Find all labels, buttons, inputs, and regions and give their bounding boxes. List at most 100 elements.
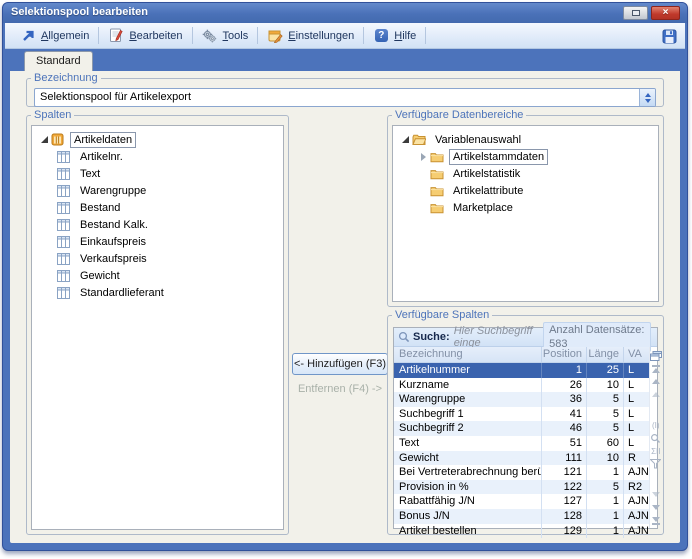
restore-icon: [632, 10, 640, 16]
tree-item-folder[interactable]: Artikelstammdaten: [393, 148, 658, 165]
page-down-icon[interactable]: [650, 488, 662, 501]
expander-closed-icon[interactable]: [418, 170, 428, 178]
cell-position: 51: [542, 436, 587, 451]
tree-item-column[interactable]: Standardlieferant: [32, 284, 283, 301]
page-up-icon[interactable]: [650, 388, 662, 401]
datenbereiche-listbox[interactable]: Variablenauswahl Artikelstammdaten: [392, 125, 659, 302]
toolbar-button[interactable]: ? Hilfe: [366, 26, 423, 46]
bezeichnung-combobox[interactable]: Selektionspool für Artikelexport: [34, 88, 656, 107]
grid-header[interactable]: Bezeichnung Position Länge VA: [394, 347, 649, 363]
column-chooser-icon[interactable]: [650, 349, 662, 362]
arrow-up-right-icon: [20, 28, 36, 43]
tree-item-label: Verkaufspreis: [76, 251, 151, 267]
tree-item-folder[interactable]: Marketplace: [393, 199, 658, 216]
expander-closed-icon[interactable]: [418, 153, 428, 161]
datenbereiche-legend: Verfügbare Datenbereiche: [392, 109, 526, 121]
cell-laenge: 5: [587, 407, 624, 422]
restore-button[interactable]: [623, 6, 648, 20]
toolbar-button[interactable]: Einstellungen: [260, 26, 361, 46]
save-button[interactable]: [661, 29, 677, 44]
tree-item-column[interactable]: Verkaufspreis: [32, 250, 283, 267]
spin-up-icon: [645, 93, 651, 97]
spalten-listbox[interactable]: Artikeldaten Artikelnr.: [31, 125, 284, 530]
cell-va: R2: [624, 480, 649, 495]
table-row[interactable]: Gewicht 111 10 R: [394, 451, 649, 466]
cell-laenge: 1: [587, 465, 624, 480]
search-input[interactable]: Hier Suchbegriff einge: [454, 325, 543, 349]
cell-bezeichnung: Provision in %: [394, 480, 542, 495]
table-row[interactable]: Suchbegriff 2 46 5 L: [394, 421, 649, 436]
toolbar: Allgemein Bearbeiten Tools Einstellungen: [5, 23, 685, 49]
table-row[interactable]: Warengruppe 36 5 L: [394, 392, 649, 407]
move-down-icon[interactable]: [650, 501, 662, 514]
tree-item-column[interactable]: Warengruppe: [32, 182, 283, 199]
tree-item-root[interactable]: Variablenauswahl: [393, 131, 658, 148]
expander-closed-icon[interactable]: [418, 187, 428, 195]
cell-position: 46: [542, 421, 587, 436]
hinzufuegen-button[interactable]: <- Hinzufügen (F3): [292, 353, 388, 375]
table-row[interactable]: Provision in % 122 5 R2: [394, 480, 649, 495]
tree-item-label: Artikelattribute: [449, 183, 527, 199]
table-row[interactable]: Rabattfähig J/N 127 1 AJN: [394, 494, 649, 509]
table-row[interactable]: Artikel bestellen 129 1 AJN: [394, 524, 649, 539]
column-header-va[interactable]: VA: [624, 347, 649, 362]
column-header-bezeichnung[interactable]: Bezeichnung: [394, 347, 542, 362]
column-icon: [57, 286, 72, 299]
move-up-icon[interactable]: [650, 375, 662, 388]
table-row[interactable]: Artikelnummer 1 25 L: [394, 363, 649, 378]
close-button[interactable]: ×: [651, 6, 680, 20]
toolbar-button-label: Einstellungen: [288, 30, 354, 42]
grid-side-toolbar: (I) ΣΙΙ: [649, 347, 662, 528]
tree-item-column[interactable]: Text: [32, 165, 283, 182]
go-first-icon[interactable]: [650, 362, 662, 375]
cell-position: 111: [542, 451, 587, 466]
cell-laenge: 1: [587, 524, 624, 539]
search-bar[interactable]: Suche: Hier Suchbegriff einge Anzahl Dat…: [394, 328, 657, 347]
tree-item-column[interactable]: Bestand: [32, 199, 283, 216]
table-row[interactable]: Suchbegriff 1 41 5 L: [394, 407, 649, 422]
search-icon: [398, 330, 410, 345]
toolbar-separator: [257, 27, 258, 44]
tree-item-label: Artikelstatistik: [449, 166, 524, 182]
toolbar-button[interactable]: Allgemein: [13, 26, 96, 46]
go-last-icon[interactable]: [650, 514, 662, 527]
column-header-laenge[interactable]: Länge: [587, 347, 624, 362]
tab-standard[interactable]: Standard: [24, 51, 93, 71]
spalten-group: Spalten Artikeldaten: [26, 109, 289, 535]
cell-position: 36: [542, 392, 587, 407]
tree-item-folder[interactable]: Artikelattribute: [393, 182, 658, 199]
toolbar-separator: [192, 27, 193, 44]
tree-item-root[interactable]: Artikeldaten: [32, 131, 283, 148]
tree-item-folder[interactable]: Artikelstatistik: [393, 165, 658, 182]
tree-item-column[interactable]: Artikelnr.: [32, 148, 283, 165]
folder-icon: [430, 167, 445, 180]
column-header-position[interactable]: Position: [542, 347, 587, 362]
tree-item-label: Artikelnr.: [76, 149, 127, 165]
tree-item-label: Artikelstammdaten: [449, 149, 548, 165]
table-row[interactable]: Bonus J/N 128 1 AJN: [394, 509, 649, 524]
filter-icon[interactable]: [650, 458, 662, 471]
tree-item-label: Gewicht: [76, 268, 124, 284]
tree-item-column[interactable]: Einkaufspreis: [32, 233, 283, 250]
expander-closed-icon[interactable]: [418, 204, 428, 212]
tree-item-column[interactable]: Gewicht: [32, 267, 283, 284]
data-table-icon: [51, 133, 66, 146]
tab-page: Bezeichnung Selektionspool für Artikelex…: [10, 71, 680, 543]
tree-item-label: Artikeldaten: [70, 132, 136, 148]
combobox-spin-button[interactable]: [639, 89, 655, 106]
toolbar-button[interactable]: Tools: [195, 26, 256, 46]
best-fit-icon[interactable]: (I): [650, 419, 662, 432]
expander-open-icon[interactable]: [39, 136, 49, 143]
table-row[interactable]: Text 51 60 L: [394, 436, 649, 451]
sum-icon[interactable]: ΣΙΙ: [650, 445, 662, 458]
toolbar-button-label: Tools: [223, 30, 249, 42]
cell-position: 128: [542, 509, 587, 524]
table-row[interactable]: Bei Vertreterabrechnung berücksichtigen …: [394, 465, 649, 480]
toolbar-button[interactable]: Bearbeiten: [101, 26, 189, 46]
expander-open-icon[interactable]: [400, 136, 410, 143]
tree-item-column[interactable]: Bestand Kalk.: [32, 216, 283, 233]
column-icon: [57, 150, 72, 163]
table-row[interactable]: Kurzname 26 10 L: [394, 378, 649, 393]
title-bar[interactable]: Selektionspool bearbeiten ×: [3, 3, 687, 23]
grid-search-icon[interactable]: [650, 432, 662, 445]
